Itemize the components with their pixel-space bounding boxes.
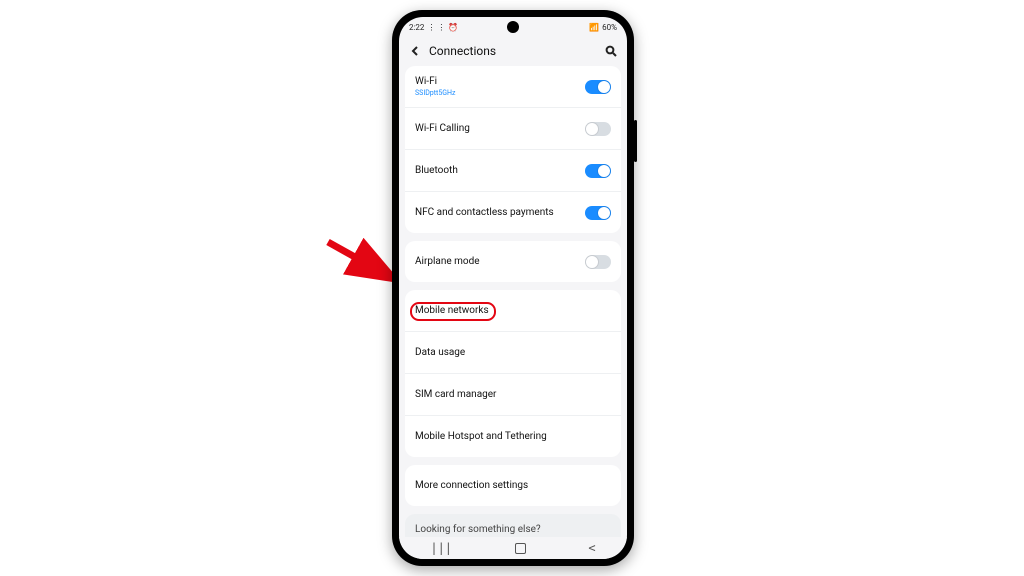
row-label: Mobile Hotspot and Tethering (415, 431, 547, 443)
search-button[interactable] (603, 43, 619, 59)
row-mobile-networks[interactable]: Mobile networks (405, 290, 621, 332)
settings-card-2: Airplane mode (405, 241, 621, 282)
row-wi-fi[interactable]: Wi-FiSSIDptt5GHz (405, 66, 621, 108)
row-airplane-mode[interactable]: Airplane mode (405, 241, 621, 282)
row-more-connection-settings[interactable]: More connection settings (405, 465, 621, 506)
phone-frame: 2:22 ⋮ ⋮ ⏰ 📶 60% Connections (392, 10, 634, 566)
nav-back[interactable]: < (588, 541, 595, 555)
row-subtext: SSIDptt5GHz (415, 89, 456, 97)
phone-camera-notch (507, 21, 519, 33)
toggle-airplane-mode[interactable] (585, 255, 611, 269)
wifi-icon: 📶 (589, 24, 599, 32)
back-button[interactable] (407, 43, 423, 59)
row-label: More connection settings (415, 480, 528, 492)
status-time: 2:22 (409, 23, 424, 32)
header-bar: Connections (399, 36, 627, 66)
toggle-nfc-and-contactless-payments[interactable] (585, 206, 611, 220)
row-data-usage[interactable]: Data usage (405, 332, 621, 374)
row-label: Wi-Fi Calling (415, 123, 470, 135)
row-label: SIM card manager (415, 389, 496, 401)
row-nfc-and-contactless-payments[interactable]: NFC and contactless payments (405, 192, 621, 233)
settings-card-3: Mobile networks Data usage SIM card manage… (405, 290, 621, 457)
status-notif-dots: ⋮ ⋮ (427, 23, 445, 32)
battery-percent: 60% (602, 23, 617, 32)
row-label: Airplane mode (415, 256, 480, 268)
page-title: Connections (429, 44, 603, 58)
phone-screen: 2:22 ⋮ ⋮ ⏰ 📶 60% Connections (399, 17, 627, 559)
row-sim-card-manager[interactable]: SIM card manager (405, 374, 621, 416)
row-label: Wi-FiSSIDptt5GHz (415, 76, 456, 97)
toggle-wi-fi[interactable] (585, 80, 611, 94)
row-label: Mobile networks (415, 305, 489, 317)
toggle-wi-fi-calling[interactable] (585, 122, 611, 136)
footer-text: Looking for something else? (415, 524, 541, 535)
row-mobile-hotspot-and-tethering[interactable]: Mobile Hotspot and Tethering (405, 416, 621, 457)
nav-home[interactable] (515, 543, 526, 554)
row-wi-fi-calling[interactable]: Wi-Fi Calling (405, 108, 621, 150)
row-label: Data usage (415, 347, 465, 359)
settings-card-1: Wi-FiSSIDptt5GHz Wi-Fi Calling Bluetooth NF… (405, 66, 621, 233)
phone-side-button (634, 120, 637, 162)
toggle-bluetooth[interactable] (585, 164, 611, 178)
row-label: Bluetooth (415, 165, 458, 177)
alarm-icon: ⏰ (448, 23, 458, 32)
nav-recents[interactable]: ||| (430, 541, 452, 555)
android-nav-bar: ||| < (399, 537, 627, 559)
row-label: NFC and contactless payments (415, 207, 554, 219)
settings-card-4: More connection settings (405, 465, 621, 506)
row-bluetooth[interactable]: Bluetooth (405, 150, 621, 192)
